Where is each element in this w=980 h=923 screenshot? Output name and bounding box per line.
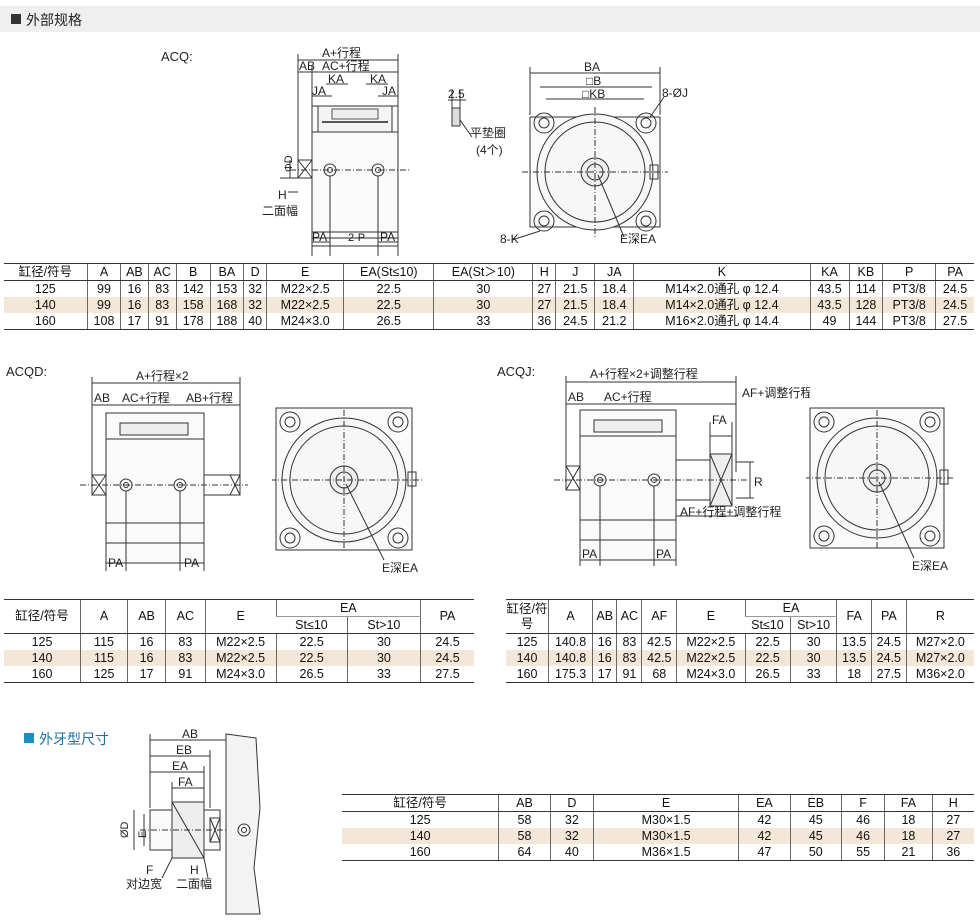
thread-f: F: [146, 863, 153, 877]
thread-flats: 二面幅: [176, 876, 212, 891]
acqj-ab: AB: [568, 390, 584, 404]
shim-thickness: 2.5: [448, 87, 465, 101]
thread-eb: EB: [176, 743, 192, 757]
col-a: A: [86, 263, 121, 281]
table-row: 160 175.3 17 91 68 M24×3.0 26.5 33 18 27.5 M36×2.0: [506, 666, 974, 683]
thread-e: E: [137, 831, 149, 838]
col-bore: 缸径/符号: [4, 263, 88, 281]
thread-h: H: [190, 863, 199, 877]
section-title: 外部规格: [26, 12, 82, 28]
table-row: 140 58 32 M30×1.5 42 45 46 18 27: [342, 828, 974, 844]
acq-phid: ΦD: [283, 155, 295, 172]
thread-ab: AB: [182, 728, 198, 741]
acqd-ac-stroke: AC+行程: [122, 390, 170, 405]
section-header: 外部规格: [0, 6, 980, 32]
thread-ea: EA: [172, 759, 188, 773]
col-e: E: [266, 263, 344, 281]
acq-label: ACQ:: [161, 49, 193, 64]
col-ac: AC: [147, 263, 177, 281]
acqj-r: R: [754, 475, 763, 489]
acqd-front-drawing: E深EA: [272, 407, 422, 575]
acqj-pa2: PA: [656, 547, 671, 561]
col-j: J: [555, 263, 595, 281]
table-row: 125 58 32 M30×1.5 42 45 46 18 27: [342, 811, 974, 828]
acqd-side-drawing: A+行程×2 AB AC+行程 AB+行程 PA PA: [80, 368, 248, 571]
acqj-ac-stroke: AC+行程: [604, 389, 652, 404]
col-ka: KA: [809, 263, 850, 281]
table-row: 160 108 17 91 178 188 40 M24×3.0 26.5 33 36 24.5 21.…: [4, 313, 974, 330]
acqd-label: ACQD:: [6, 364, 48, 379]
acq-ja1: JA: [312, 84, 326, 98]
table-row: 125 140.8 16 83 42.5 M22×2.5 22.5 30 13.5 24.5 M27…: [506, 633, 974, 650]
table-row: 125 115 16 83 M22×2.5 22.5 30 24.5: [4, 633, 474, 650]
acqj-spec-table: 缸径/符号 A AB AC AF E EA FA PA R St≤10 St>1…: [506, 599, 974, 683]
acqj-side-drawing: A+行程×2+调整行程 AB AC+行程 AF+调整行程 FA R AF+行程+…: [554, 366, 810, 566]
thread-od: ØD: [119, 821, 131, 838]
table-row: 125 99 16 83 142 153 32 M22×2.5 22.5 30 27 21.5 18.4…: [4, 280, 974, 297]
acq-2p: 2-P: [348, 232, 365, 244]
col-ea-gt10: EA(St＞10): [433, 263, 533, 281]
col-h: H: [532, 263, 556, 281]
acqd-ab-stroke: AB+行程: [186, 390, 233, 405]
section2-square-icon: [24, 733, 34, 743]
table-row: 140 115 16 83 M22×2.5 22.5 30 24.5: [4, 650, 474, 666]
table-row: 140 140.8 16 83 42.5 M22×2.5 22.5 30 13.5 24.5 M27…: [506, 650, 974, 666]
thread-drawing: AB EB EA FA ØD E F H 对边宽 二面幅: [119, 728, 261, 915]
table-row: 140 99 16 83 158 168 32 M22×2.5 22.5 30 27 21.5 18.4…: [4, 297, 974, 313]
acqd-edepth: E深EA: [382, 561, 418, 575]
acqd-a-stroke2: A+行程×2: [136, 368, 189, 383]
acqj-label: ACQJ:: [497, 364, 536, 379]
acq-ac-stroke: AC+行程: [322, 58, 370, 73]
acqj-fa: FA: [712, 413, 727, 427]
acqd-spec-table: 缸径/符号 A AB AC E EA PA St≤10 St>10 125 115…: [4, 599, 474, 683]
acqd-pa1: PA: [108, 556, 123, 570]
acq-pa1: PA: [312, 230, 327, 244]
section2-title: 外牙型尺寸: [39, 731, 109, 747]
section-square-icon: [11, 14, 21, 24]
acqj-a-adj: A+行程×2+调整行程: [590, 366, 698, 381]
acqd-ab: AB: [94, 391, 110, 405]
col-k: K: [633, 263, 810, 281]
acq-8k: 8-K: [500, 232, 519, 246]
table-header-row: 缸径/符号 A AB AC E EA PA: [4, 599, 474, 634]
acq-ja2: JA: [382, 84, 396, 98]
thread-fa: FA: [178, 775, 193, 789]
acqj-af-adj: AF+调整行程: [742, 385, 810, 400]
acq-front-drawing: BA □B □KB 8-ØJ 8-K E深EA: [500, 60, 688, 246]
col-pa: PA: [935, 263, 974, 281]
acq-spec-table: 缸径/符号 A AB AC B BA D E EA(St≤10) EA(St＞1…: [4, 263, 974, 330]
acq-ka1: KA: [328, 72, 344, 86]
acq-edepth: E深EA: [620, 232, 656, 246]
col-ea-le10: EA(St≤10): [343, 263, 434, 281]
acq-flats: 二面幅: [262, 203, 298, 218]
col-kb: KB: [848, 263, 883, 281]
acq-kb: □KB: [582, 87, 605, 101]
table-header-row: 缸径/符号 A AB AC AF E EA FA PA R: [506, 599, 974, 634]
col-d: D: [243, 263, 267, 281]
acqd-pa2: PA: [184, 556, 199, 570]
acq-pa2: PA: [380, 230, 395, 244]
acq-side-drawing: A+行程 AB AC+行程 KA KA JA JA ΦD H 二面幅 PA 2-…: [262, 45, 410, 256]
acqj-front-drawing: E深EA: [806, 407, 954, 573]
acqj-edepth: E深EA: [912, 559, 948, 573]
col-ba: BA: [209, 263, 244, 281]
table-row: 160 125 17 91 M24×3.0 26.5 33 27.5: [4, 666, 474, 683]
table-header-row: 缸径/符号 A AB AC B BA D E EA(St≤10) EA(St＞1…: [4, 263, 974, 281]
acq-ba: BA: [584, 60, 600, 74]
acq-a-stroke: A+行程: [322, 45, 361, 60]
col-b: B: [175, 263, 211, 281]
thread-spec-table: 缸径/符号 AB D E EA EB F FA H 125 58 32 M30×1.5…: [342, 794, 974, 861]
acq-b: □B: [586, 74, 601, 88]
acqj-af-stroke-adj: AF+行程+调整行程: [680, 504, 781, 519]
table-header-row: 缸径/符号 AB D E EA EB F FA H: [342, 794, 974, 812]
acq-ab: AB: [299, 59, 315, 73]
acq-8j: 8-ØJ: [662, 86, 688, 100]
acq-h: H: [278, 188, 287, 202]
col-ja: JA: [594, 263, 634, 281]
thread-across: 对边宽: [126, 876, 162, 891]
table-row: 160 64 40 M36×1.5 47 50 55 21 36: [342, 844, 974, 861]
col-ab: AB: [120, 263, 149, 281]
acqj-pa1: PA: [582, 547, 597, 561]
col-p: P: [882, 263, 936, 281]
